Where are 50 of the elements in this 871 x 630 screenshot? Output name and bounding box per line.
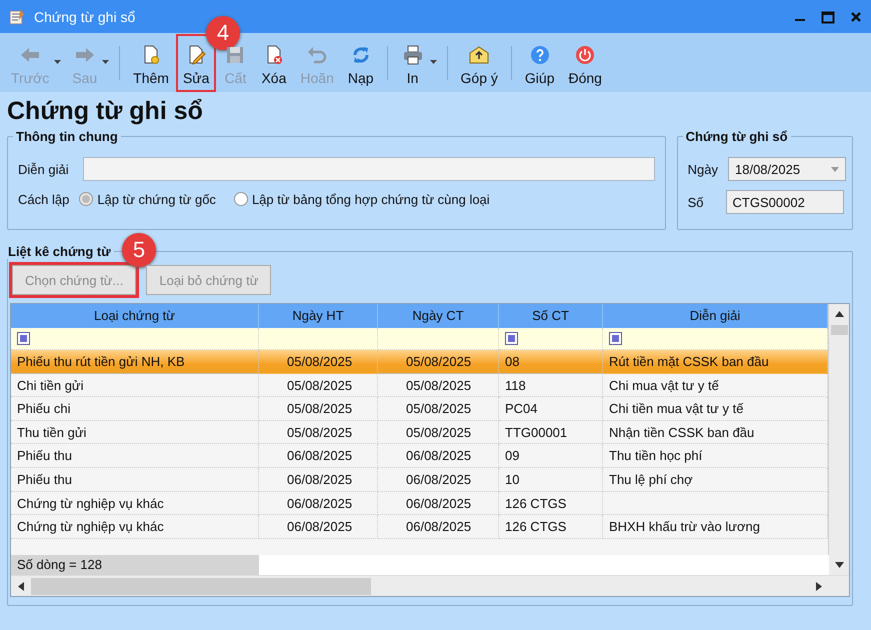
vertical-scrollbar[interactable] xyxy=(828,304,849,555)
table-row[interactable]: Chứng từ nghiệp vụ khác 06/08/2025 06/08/2025 126 CTGS BHXH khấu trừ vào lương xyxy=(11,515,828,539)
toolbar-button[interactable]: Thêm xyxy=(128,36,174,90)
filter-icon[interactable] xyxy=(505,332,518,345)
filter-icon[interactable] xyxy=(17,332,30,345)
toolbar-button[interactable]: Giúp xyxy=(520,36,560,90)
field-label: Diễn giải xyxy=(18,162,69,176)
table-row[interactable]: Phiếu chi 05/08/2025 05/08/2025 PC04 Chi tiền mua vật tư y tế xyxy=(11,397,828,421)
table-row[interactable]: Phiếu thu 06/08/2025 06/08/2025 09 Thu tiền học phí xyxy=(11,444,828,468)
scroll-left-icon[interactable] xyxy=(18,582,24,590)
close-icon[interactable] xyxy=(849,10,863,24)
toolbar-button[interactable]: Đóng xyxy=(563,36,607,90)
toolbar-button[interactable]: Góp ý xyxy=(456,36,503,90)
table-cell: 126 CTGS xyxy=(499,515,603,539)
window-title: Chứng từ ghi sổ xyxy=(34,8,136,24)
toolbar-button[interactable]: In xyxy=(396,36,430,90)
field-label: Ngày xyxy=(688,162,718,176)
scroll-down-icon[interactable] xyxy=(834,562,844,568)
description-field[interactable] xyxy=(82,157,655,181)
table-row[interactable]: Thu tiền gửi 05/08/2025 05/08/2025 TTG00001 Nhận tiền CSSK ban đầu xyxy=(11,420,828,444)
dropdown-caret-icon[interactable] xyxy=(430,60,437,65)
radio-button[interactable] xyxy=(234,192,248,206)
scroll-up-icon[interactable] xyxy=(834,311,844,317)
toolbar-button[interactable]: Xóa xyxy=(256,36,292,90)
scroll-thumb[interactable] xyxy=(31,578,371,594)
table-row[interactable]: Phiếu thu 06/08/2025 06/08/2025 10 Thu lệ phí chợ xyxy=(11,468,828,492)
field-label: Số xyxy=(688,194,704,210)
table-row[interactable]: Phiếu thu rút tiền gửi NH, KB 05/08/2025 05/08/2025 08 Rút tiền mặt CSSK ban đầu xyxy=(11,350,828,374)
table-row[interactable]: Chứng từ nghiệp vụ khác 06/08/2025 06/08/2025 126 CTGS xyxy=(11,492,828,516)
date-field[interactable]: 18/08/2025 xyxy=(728,157,846,181)
row-count: Số dòng = 128 xyxy=(11,555,259,575)
group-title: Chứng từ ghi sổ xyxy=(684,129,789,144)
group-title: Liệt kê chứng từ xyxy=(7,244,112,259)
maximize-icon[interactable] xyxy=(821,10,835,24)
scroll-thumb[interactable] xyxy=(830,325,848,335)
page-heading: Chứng từ ghi sổ xyxy=(7,96,204,127)
scroll-right-icon[interactable] xyxy=(816,582,822,590)
group-title: Thông tin chung xyxy=(15,129,119,144)
table-cell: 06/08/2025 xyxy=(378,515,499,539)
radio-button[interactable] xyxy=(79,192,94,206)
app-icon xyxy=(8,8,26,26)
field-label: Cách lập xyxy=(18,192,70,206)
filter-icon[interactable] xyxy=(609,332,622,345)
table-cell: Chứng từ nghiệp vụ khác xyxy=(11,515,259,539)
toolbar-button[interactable]: Nạp xyxy=(342,36,379,90)
horizontal-scrollbar[interactable] xyxy=(11,575,849,596)
step-badge: 5 xyxy=(122,233,156,267)
table-row[interactable]: Chi tiền gửi 05/08/2025 05/08/2025 118 Chi mua vật tư y tế xyxy=(11,374,828,398)
table-cell: 06/08/2025 xyxy=(259,515,378,539)
number-field[interactable]: CTGS00002 xyxy=(726,190,844,214)
